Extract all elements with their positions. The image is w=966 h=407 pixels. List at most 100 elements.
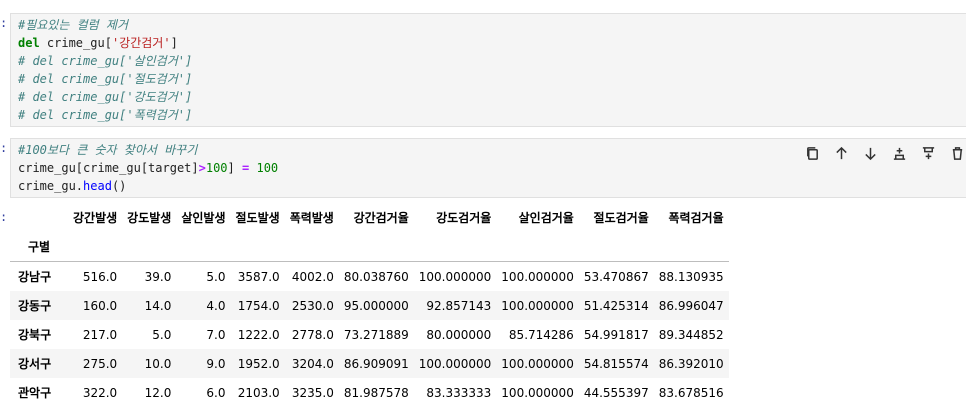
table-cell: 3204.0 bbox=[291, 356, 334, 371]
column-header: 강간발생 bbox=[73, 211, 118, 225]
table-cell: 14.0 bbox=[144, 298, 172, 313]
code-token: # del crime_gu['폭력검거'] bbox=[18, 108, 193, 122]
table-cell: 100.000000 bbox=[496, 261, 579, 291]
code-token: # del crime_gu['절도검거'] bbox=[18, 72, 193, 86]
move-down-icon bbox=[864, 147, 876, 160]
column-header-row: 강간발생 강도발생 살인발생 절도발생 폭력발생 강간검거율 강도검거율 살인검… bbox=[10, 203, 729, 232]
code-token: 100 bbox=[205, 161, 228, 175]
table-cell: 88.130935 bbox=[653, 261, 729, 291]
table-cell: 4002.0 bbox=[284, 261, 339, 291]
table-row: 강서구 275.0 10.0 9.0 1952.0 3204.0 86.909091 100.… bbox=[10, 349, 729, 378]
code-token: '강간검거' bbox=[111, 36, 171, 50]
table-cell: 53.470867 bbox=[578, 261, 654, 291]
output-prompt: : bbox=[0, 210, 8, 224]
table-cell: 73.271889 bbox=[343, 327, 409, 342]
move-up-icon bbox=[835, 146, 847, 159]
table-cell: 1952.0 bbox=[237, 356, 280, 371]
table-cell: 86.996047 bbox=[658, 298, 724, 313]
insert-above-icon bbox=[893, 147, 905, 160]
table-cell: 9.0 bbox=[206, 356, 226, 371]
table-cell: 54.991817 bbox=[583, 327, 649, 342]
table-cell: 100.000000 bbox=[501, 298, 574, 313]
code-line: del crime_gu['강간검거'] bbox=[18, 34, 962, 52]
copy-button[interactable] bbox=[802, 143, 822, 163]
insert-below-button[interactable] bbox=[918, 143, 938, 163]
table-row: 관악구 322.0 12.0 6.0 2103.0 3235.0 81.987578 83.3… bbox=[10, 378, 729, 407]
table-cell: 322.0 bbox=[82, 385, 118, 400]
code-token: del bbox=[18, 36, 40, 50]
table-cell: 3587.0 bbox=[230, 261, 285, 291]
table-cell: 83.333333 bbox=[426, 385, 492, 400]
table-cell: 1222.0 bbox=[237, 327, 280, 342]
table-cell: 275.0 bbox=[82, 356, 118, 371]
row-index: 강북구 bbox=[18, 328, 52, 342]
table-cell: 51.425314 bbox=[583, 298, 649, 313]
table-cell: 80.000000 bbox=[426, 327, 492, 342]
code-line: # del crime_gu['폭력검거'] bbox=[18, 106, 962, 124]
code-line: # del crime_gu['강도검거'] bbox=[18, 88, 962, 106]
table-cell: 3235.0 bbox=[291, 385, 334, 400]
row-index: 강남구 bbox=[10, 261, 68, 291]
table-cell: 44.555397 bbox=[583, 385, 649, 400]
table-cell: 7.0 bbox=[206, 327, 226, 342]
column-header: 강도검거율 bbox=[436, 211, 492, 225]
table-cell: 39.0 bbox=[122, 261, 177, 291]
table-cell: 2103.0 bbox=[237, 385, 280, 400]
code-token: #필요있는 컬럼 제거 bbox=[18, 18, 128, 32]
index-name-row: 구별 bbox=[10, 232, 729, 262]
table-cell: 95.000000 bbox=[343, 298, 409, 313]
move-up-button[interactable] bbox=[831, 143, 851, 163]
code-token: 100 bbox=[256, 161, 279, 175]
table-cell: 100.000000 bbox=[501, 356, 574, 371]
column-header: 폭력발생 bbox=[289, 211, 334, 225]
copy-icon bbox=[806, 146, 818, 160]
table-cell: 217.0 bbox=[82, 327, 118, 342]
table-row: 강북구 217.0 5.0 7.0 1222.0 2778.0 73.271889 80.00… bbox=[10, 320, 729, 349]
table-cell: 160.0 bbox=[82, 298, 118, 313]
table-cell: 10.0 bbox=[144, 356, 172, 371]
table-cell: 4.0 bbox=[206, 298, 226, 313]
column-header: 절도발생 bbox=[235, 211, 280, 225]
table-cell: 86.909091 bbox=[343, 356, 409, 371]
code-token: #100보다 큰 숫자 찾아서 바꾸기 bbox=[18, 143, 198, 157]
table-cell: 1754.0 bbox=[237, 298, 280, 313]
table-cell: 5.0 bbox=[152, 327, 172, 342]
code-token: # del crime_gu['살인검거'] bbox=[18, 54, 193, 68]
table-cell: 516.0 bbox=[68, 261, 123, 291]
table-cell: 86.392010 bbox=[658, 356, 724, 371]
code-token: ] bbox=[227, 161, 242, 175]
code-line: crime_gu.head() bbox=[18, 177, 962, 195]
code-line: # del crime_gu['절도검거'] bbox=[18, 70, 962, 88]
insert-below-icon bbox=[922, 146, 934, 159]
code-cell-2[interactable]: #100보다 큰 숫자 찾아서 바꾸기 crime_gu[crime_gu[tar… bbox=[10, 138, 966, 198]
column-header: 살인검거율 bbox=[518, 211, 574, 225]
code-token: # del crime_gu['강도검거'] bbox=[18, 90, 193, 104]
table-cell: 5.0 bbox=[176, 261, 231, 291]
index-header-blank bbox=[10, 203, 68, 232]
table-cell: 2530.0 bbox=[291, 298, 334, 313]
row-index: 강동구 bbox=[18, 299, 52, 313]
table-cell: 54.815574 bbox=[583, 356, 649, 371]
code-token: > bbox=[198, 161, 206, 175]
move-down-button[interactable] bbox=[860, 143, 880, 163]
table-cell: 92.857143 bbox=[426, 298, 492, 313]
code-cell-1[interactable]: #필요있는 컬럼 제거 del crime_gu['강간검거'] # del cri… bbox=[10, 13, 966, 127]
code-token: ] bbox=[170, 36, 178, 50]
table-cell: 81.987578 bbox=[343, 385, 409, 400]
cell1-prompt: : bbox=[0, 16, 8, 30]
table-cell: 83.678516 bbox=[658, 385, 724, 400]
table-cell: 89.344852 bbox=[658, 327, 724, 342]
column-header: 폭력검거율 bbox=[668, 211, 724, 225]
dataframe-output: 강간발생 강도발생 살인발생 절도발생 폭력발생 강간검거율 강도검거율 살인검… bbox=[10, 203, 729, 407]
column-header: 살인발생 bbox=[181, 211, 226, 225]
delete-button[interactable] bbox=[947, 143, 966, 163]
code-editor-1[interactable]: #필요있는 컬럼 제거 del crime_gu['강간검거'] # del cri… bbox=[11, 14, 966, 126]
column-header: 강도발생 bbox=[127, 211, 172, 225]
table-cell: 85.714286 bbox=[508, 327, 574, 342]
insert-above-button[interactable] bbox=[889, 143, 909, 163]
code-token: crime_gu. bbox=[18, 179, 84, 193]
delete-icon bbox=[952, 146, 962, 160]
row-index: 관악구 bbox=[18, 386, 52, 400]
table-cell: 100.000000 bbox=[413, 261, 497, 291]
table-row: 강동구 160.0 14.0 4.0 1754.0 2530.0 95.000000 92.8… bbox=[10, 291, 729, 320]
